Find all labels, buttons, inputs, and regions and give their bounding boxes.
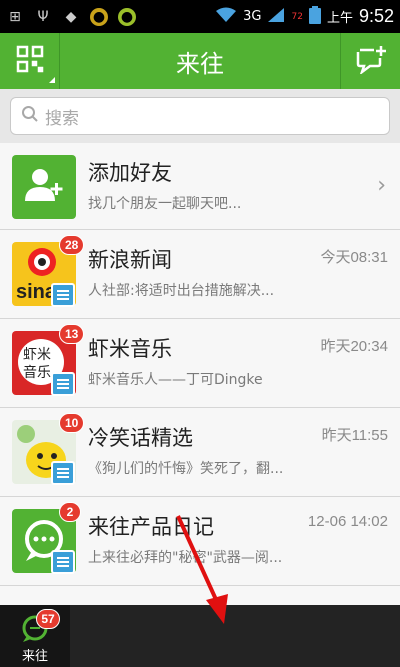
- svg-text:虾米: 虾米: [23, 347, 51, 363]
- subscription-icon: [51, 550, 75, 574]
- conversation-title: 新浪新闻: [88, 248, 172, 272]
- android-icon: ◆: [65, 8, 77, 25]
- subscription-icon: [51, 461, 75, 485]
- subscription-icon: [51, 283, 75, 307]
- add-friend-avatar: [12, 155, 76, 219]
- svg-text:音乐: 音乐: [23, 364, 51, 381]
- tab-unread-badge: 57: [36, 609, 60, 629]
- chevron-right-icon: ›: [377, 173, 386, 198]
- subscription-icon: [51, 372, 75, 396]
- add-chat-icon: [354, 44, 388, 78]
- conversation-time: 昨天20:34: [320, 338, 388, 355]
- new-chat-button[interactable]: [340, 33, 400, 89]
- wifi-icon: [215, 7, 237, 27]
- unread-badge: 13: [59, 324, 85, 344]
- add-icon: ⊞: [9, 8, 21, 25]
- conversation-preview: 《狗儿们的忏悔》笑死了，翻...: [88, 461, 284, 477]
- usb-icon: Ψ: [37, 8, 49, 25]
- conversation-preview: 找几个朋友一起聊天吧...: [88, 196, 242, 212]
- conversation-time: 12-06 14:02: [307, 513, 388, 530]
- add-friend-icon: [22, 165, 66, 209]
- conversation-preview: 人社部:将适时出台措施解决...: [88, 283, 275, 299]
- list-item-product-diary[interactable]: 2 来往产品日记 上来往必拜的"秘密"武器—阅... 12-06 14:02: [0, 497, 400, 586]
- conversation-time: 昨天11:55: [321, 427, 388, 444]
- conversation-list: 添加好友 找几个朋友一起聊天吧... › sina 28 新浪新闻 人社部:将适…: [0, 143, 400, 605]
- clock: 9:52: [358, 6, 394, 26]
- qr-code-icon: [16, 45, 44, 77]
- unread-badge: 28: [59, 235, 85, 255]
- list-item-add-friend[interactable]: 添加好友 找几个朋友一起聊天吧... ›: [0, 143, 400, 230]
- unread-badge: 2: [59, 502, 81, 522]
- search-icon: [21, 105, 39, 127]
- list-item-sina-news[interactable]: sina 28 新浪新闻 人社部:将适时出台措施解决... 今天08:31: [0, 230, 400, 319]
- list-item-xiami-music[interactable]: 虾米 音乐 13 虾米音乐 虾米音乐人——丁可Dingke 昨天20:34: [0, 319, 400, 408]
- search-input[interactable]: 搜索: [10, 97, 390, 135]
- signal-extra: 72: [291, 11, 303, 22]
- tab-label: 来往: [21, 649, 48, 664]
- list-item-cold-jokes[interactable]: 10 冷笑话精选 《狗儿们的忏悔》笑死了，翻... 昨天11:55: [0, 408, 400, 497]
- tab-laiwang[interactable]: 57 来往: [0, 605, 70, 667]
- app-icon: ●: [90, 7, 108, 26]
- conversation-title: 虾米音乐: [88, 337, 172, 361]
- conversation-preview: 上来往必拜的"秘密"武器—阅...: [88, 550, 283, 566]
- conversation-time: 今天08:31: [320, 249, 388, 266]
- dropdown-indicator-icon: [49, 77, 55, 83]
- qr-code-button[interactable]: [0, 33, 60, 89]
- app-icon-2: ●: [118, 7, 136, 26]
- title-bar: 来往: [0, 33, 400, 89]
- unread-badge: 10: [59, 413, 85, 433]
- network-type: 3G: [243, 9, 262, 24]
- battery-icon: [308, 5, 321, 28]
- signal-icon: [267, 7, 285, 27]
- search-placeholder: 搜索: [45, 108, 79, 129]
- status-bar: ⊞ Ψ ◆ ● ● 3G 72 上午 9:52: [0, 0, 400, 33]
- conversation-title: 来往产品日记: [88, 515, 214, 539]
- time-prefix: 上午: [326, 11, 353, 26]
- search-bar: 搜索: [0, 89, 400, 143]
- bottom-tab-bar: 57 来往: [0, 605, 400, 667]
- conversation-title: 冷笑话精选: [88, 426, 193, 450]
- conversation-title: 添加好友: [88, 161, 172, 185]
- conversation-preview: 虾米音乐人——丁可Dingke: [88, 372, 263, 388]
